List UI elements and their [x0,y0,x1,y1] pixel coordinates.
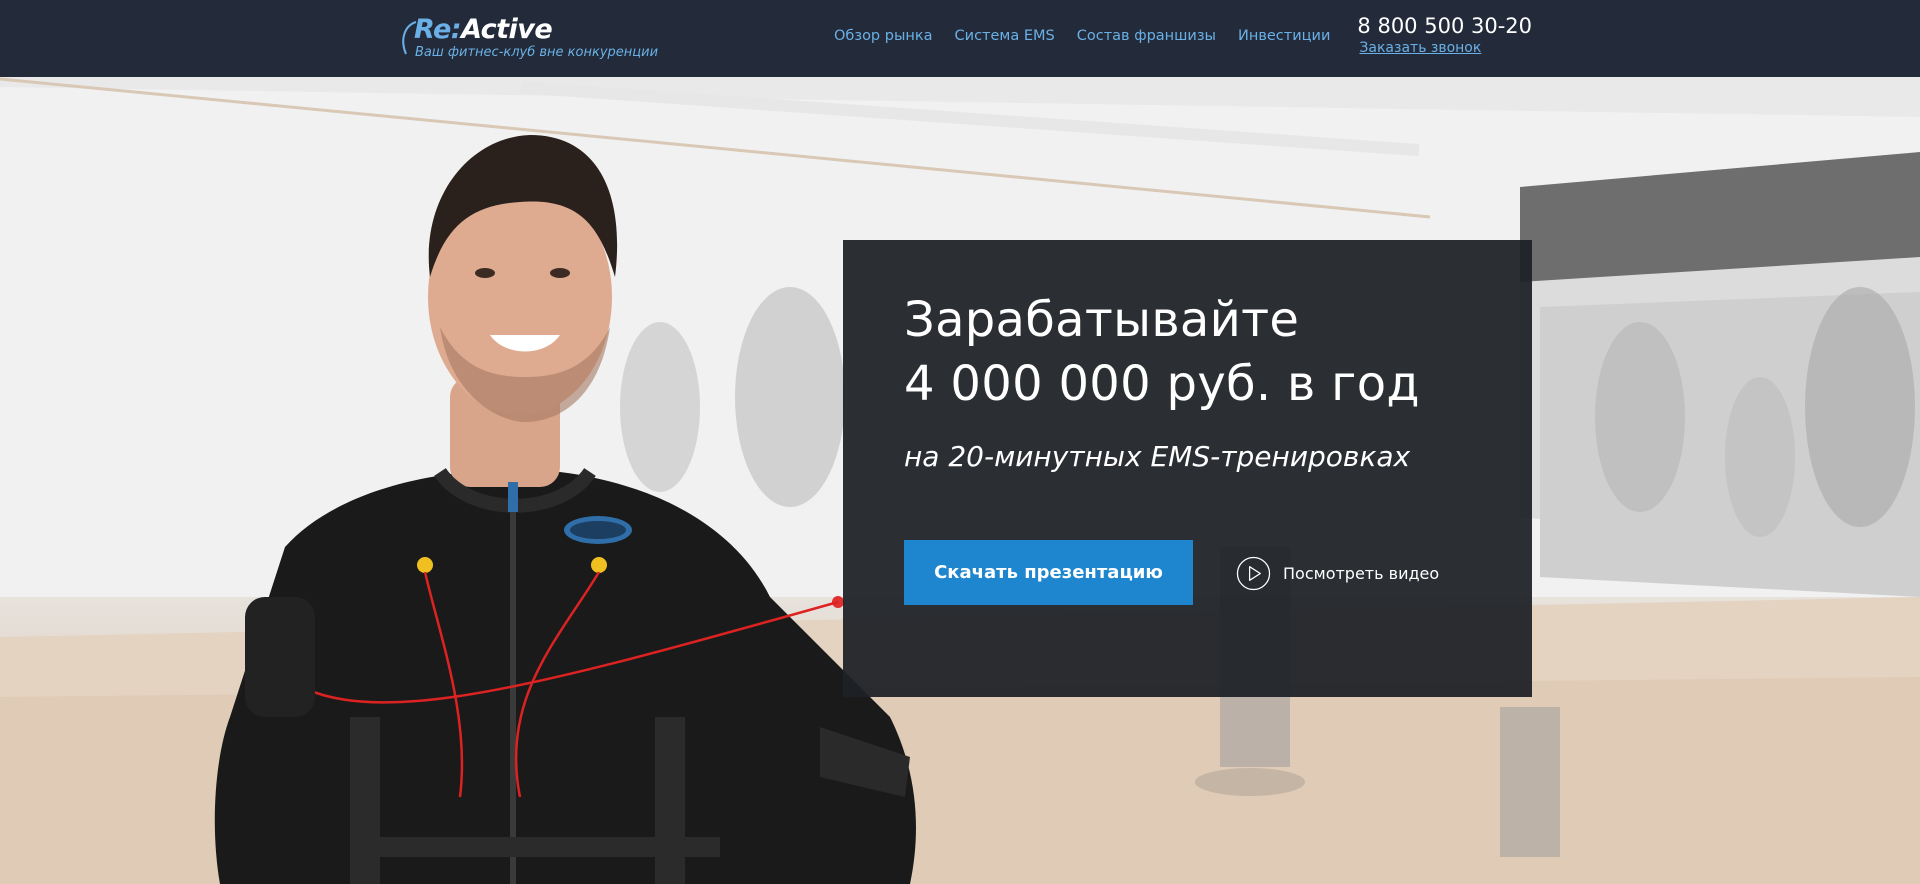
play-circle-icon [1236,556,1271,590]
logo-tagline: Ваш фитнес-клуб вне конкуренции [415,45,659,60]
hero-title: Зарабатывайте 4 000 000 руб. в год [904,288,1420,416]
phone-number[interactable]: 8 800 500 30-20 [1357,14,1532,38]
site-header: Re:Active Ваш фитнес-клуб вне конкуренци… [0,0,1920,77]
hero-offer-card: Зарабатывайте 4 000 000 руб. в год на 20… [843,240,1532,697]
watch-video-label: Посмотреть видео [1283,563,1440,583]
hero-section: Зарабатывайте 4 000 000 руб. в год на 20… [0,77,1920,884]
nav-item-ems-system[interactable]: Система EMS [955,28,1055,44]
hero-subtitle: на 20-минутных EMS-тренировках [904,440,1411,473]
hero-title-line-1: Зарабатывайте [904,292,1300,348]
request-callback-link[interactable]: Заказать звонок [1359,40,1532,56]
hero-title-line-2: 4 000 000 руб. в год [904,356,1420,412]
nav-item-investments[interactable]: Инвестиции [1238,28,1330,44]
download-presentation-button[interactable]: Скачать презентацию [904,540,1193,605]
site-logo[interactable]: Re:Active Ваш фитнес-клуб вне конкуренци… [400,14,660,64]
main-nav: Обзор рынка Система EMS Состав франшизы … [834,28,1330,44]
header-contacts: 8 800 500 30-20 Заказать звонок [1357,14,1532,56]
watch-video-link[interactable]: Посмотреть видео [1236,555,1439,591]
nav-item-franchise-package[interactable]: Состав франшизы [1077,28,1216,44]
logo-wordmark: Re:Active [414,14,553,45]
logo-name: Active [461,14,553,45]
nav-item-market-overview[interactable]: Обзор рынка [834,28,933,44]
logo-prefix: Re: [414,14,462,45]
